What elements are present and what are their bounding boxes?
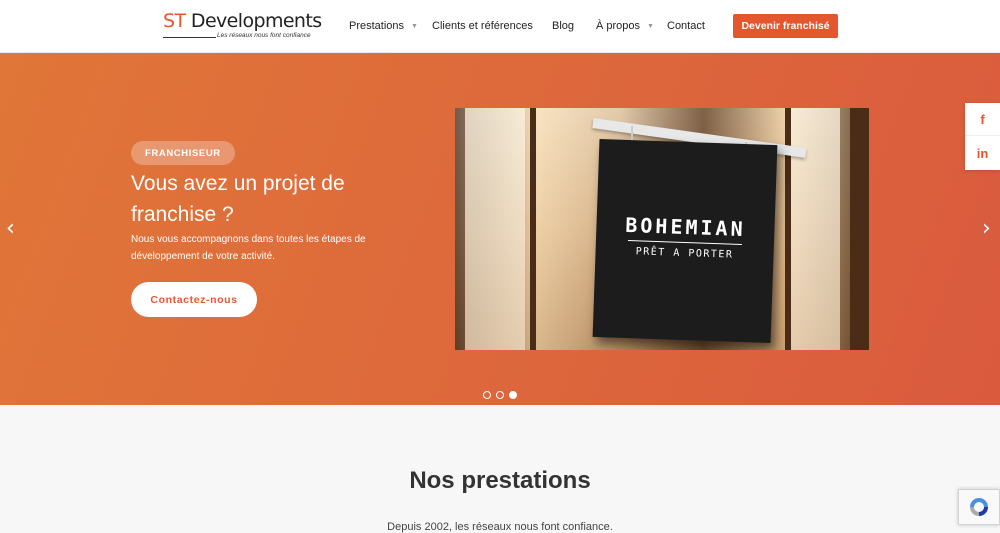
logo-name: Developments (190, 10, 322, 32)
sign-brand-text: BOHEMIAN (624, 212, 747, 242)
linkedin-icon[interactable]: in (965, 137, 1000, 170)
slider-dots (483, 391, 522, 399)
nav-item-label: Prestations (349, 20, 405, 32)
nav-item-label: Blog (552, 20, 575, 32)
slider-dot[interactable] (483, 391, 491, 399)
sign-divider (627, 240, 742, 245)
nav-item-prestations[interactable]: Prestations ▼ (349, 20, 418, 32)
logo-wordmark: ST Developments (163, 10, 322, 32)
section-subtitle: Depuis 2002, les réseaux nous font confi… (387, 521, 613, 533)
contact-us-button[interactable]: Contactez-nous (131, 282, 257, 317)
shop-window (465, 108, 525, 350)
nav-item-label: À propos (596, 20, 641, 32)
facebook-icon[interactable]: f (965, 103, 1000, 136)
hero-badge: FRANCHISEUR (131, 141, 235, 165)
hero-image: BOHEMIAN PRÊT A PORTER (455, 108, 869, 350)
logo-prefix: ST (163, 10, 186, 32)
slider-dot-active[interactable] (509, 391, 517, 399)
shop-sign: BOHEMIAN PRÊT A PORTER (592, 138, 778, 344)
hero-description: Nous vous accompagnons dans toutes les é… (131, 234, 366, 262)
chevron-left-icon[interactable]: ‹ (6, 218, 15, 240)
nav-item-contact[interactable]: Contact (667, 20, 705, 32)
hero-slider: ‹ FRANCHISEUR Vous avez un projet de fra… (0, 53, 1000, 405)
shop-window (790, 108, 840, 350)
social-sidebar: f in (965, 103, 1000, 170)
window-frame (530, 108, 536, 350)
nav-item-label: Contact (667, 20, 705, 32)
chevron-down-icon: ▼ (411, 22, 418, 30)
logo-underline (163, 37, 216, 38)
nav-item-blog[interactable]: Blog (552, 20, 574, 32)
chevron-down-icon: ▼ (647, 22, 654, 30)
recaptcha-badge[interactable] (958, 489, 1000, 525)
chevron-right-icon[interactable]: › (982, 218, 991, 240)
nav-item-clients[interactable]: Clients et références (432, 20, 533, 32)
logo-tagline: Les réseaux nous font confiance (217, 32, 311, 39)
recaptcha-icon (970, 498, 988, 516)
nav-item-a-propos[interactable]: À propos ▼ (596, 20, 654, 32)
services-section: Nos prestations Depuis 2002, les réseaux… (0, 405, 1000, 533)
window-frame (850, 108, 869, 350)
slider-dot[interactable] (496, 391, 504, 399)
nav-item-label: Clients et références (432, 20, 533, 32)
section-title: Nos prestations (409, 467, 591, 494)
become-franchisee-button[interactable]: Devenir franchisé (733, 14, 838, 38)
hero-title: Vous avez un projet de franchise ? (131, 172, 345, 226)
site-logo[interactable]: ST Developments Les réseaux nous font co… (163, 10, 322, 44)
site-header: ST Developments Les réseaux nous font co… (0, 0, 1000, 53)
sign-subtitle: PRÊT A PORTER (635, 246, 734, 261)
